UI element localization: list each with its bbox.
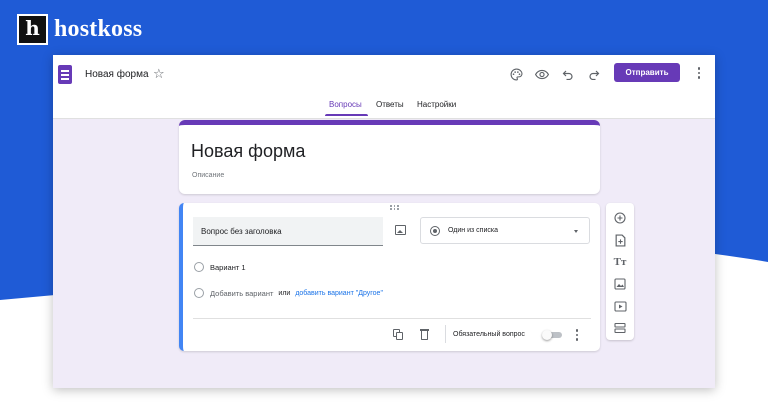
required-label: Обязательный вопрос xyxy=(453,331,525,338)
add-other-link[interactable]: добавить вариант "Другое" xyxy=(295,290,383,297)
undo-icon[interactable] xyxy=(558,64,578,84)
chevron-down-icon xyxy=(574,230,578,233)
radio-icon xyxy=(194,262,204,272)
question-type-label: Один из списка xyxy=(448,227,498,234)
option-row: Вариант 1 xyxy=(194,261,246,273)
radio-checked-icon xyxy=(430,226,440,236)
footer-separator xyxy=(445,325,446,343)
tab-settings[interactable]: Настройки xyxy=(417,100,456,109)
star-icon[interactable]: ☆ xyxy=(153,67,165,80)
or-text: или xyxy=(278,289,291,297)
logo-text: hostkoss xyxy=(54,15,143,42)
question-card: Вопрос без заголовка Один из списка Вари… xyxy=(179,203,600,351)
tab-responses[interactable]: Ответы xyxy=(376,100,404,109)
option-label[interactable]: Вариант 1 xyxy=(210,263,246,272)
question-footer-divider xyxy=(193,318,591,319)
top-bar: Новая форма ☆ Отправить Вопросы Ответы Н… xyxy=(53,55,715,119)
form-title[interactable]: Новая форма xyxy=(191,141,305,162)
logo-mark: h xyxy=(17,13,48,45)
form-description-field[interactable]: Описание xyxy=(192,172,224,179)
preview-eye-icon[interactable] xyxy=(532,64,552,84)
delete-icon[interactable] xyxy=(420,329,429,340)
add-question-icon[interactable] xyxy=(610,209,630,227)
add-section-icon[interactable] xyxy=(610,319,630,337)
add-option-button[interactable]: Добавить вариант xyxy=(210,289,273,298)
redo-icon[interactable] xyxy=(584,64,604,84)
document-title[interactable]: Новая форма xyxy=(85,69,149,80)
more-vert-icon[interactable] xyxy=(693,64,705,82)
question-more-icon[interactable] xyxy=(573,328,581,342)
tab-questions[interactable]: Вопросы xyxy=(329,100,362,109)
import-questions-icon[interactable] xyxy=(610,231,630,249)
side-toolbar: Tт xyxy=(606,203,634,340)
google-forms-icon[interactable] xyxy=(58,65,72,84)
palette-icon[interactable] xyxy=(506,64,526,84)
add-title-icon[interactable]: Tт xyxy=(610,253,630,271)
active-tab-indicator xyxy=(325,114,368,116)
radio-icon xyxy=(194,288,204,298)
form-title-card: Новая форма Описание xyxy=(179,120,600,194)
duplicate-icon[interactable] xyxy=(393,329,403,340)
tab-bar: Вопросы Ответы Настройки xyxy=(53,95,715,119)
drag-handle-icon[interactable] xyxy=(390,205,399,210)
add-option-row: Добавить вариант или добавить вариант "Д… xyxy=(194,287,383,299)
add-image-icon[interactable] xyxy=(395,225,406,235)
required-toggle[interactable] xyxy=(542,330,562,340)
add-video-icon[interactable] xyxy=(610,297,630,315)
hostkoss-logo: h hostkoss xyxy=(17,13,142,45)
google-forms-window: Новая форма ☆ Отправить Вопросы Ответы Н… xyxy=(53,55,715,388)
question-type-select[interactable]: Один из списка xyxy=(420,217,590,244)
add-image-icon[interactable] xyxy=(610,275,630,293)
logo-letter: h xyxy=(25,16,40,40)
question-title-input[interactable]: Вопрос без заголовка xyxy=(193,217,383,246)
question-title-placeholder: Вопрос без заголовка xyxy=(201,227,282,236)
send-button[interactable]: Отправить xyxy=(614,63,680,82)
